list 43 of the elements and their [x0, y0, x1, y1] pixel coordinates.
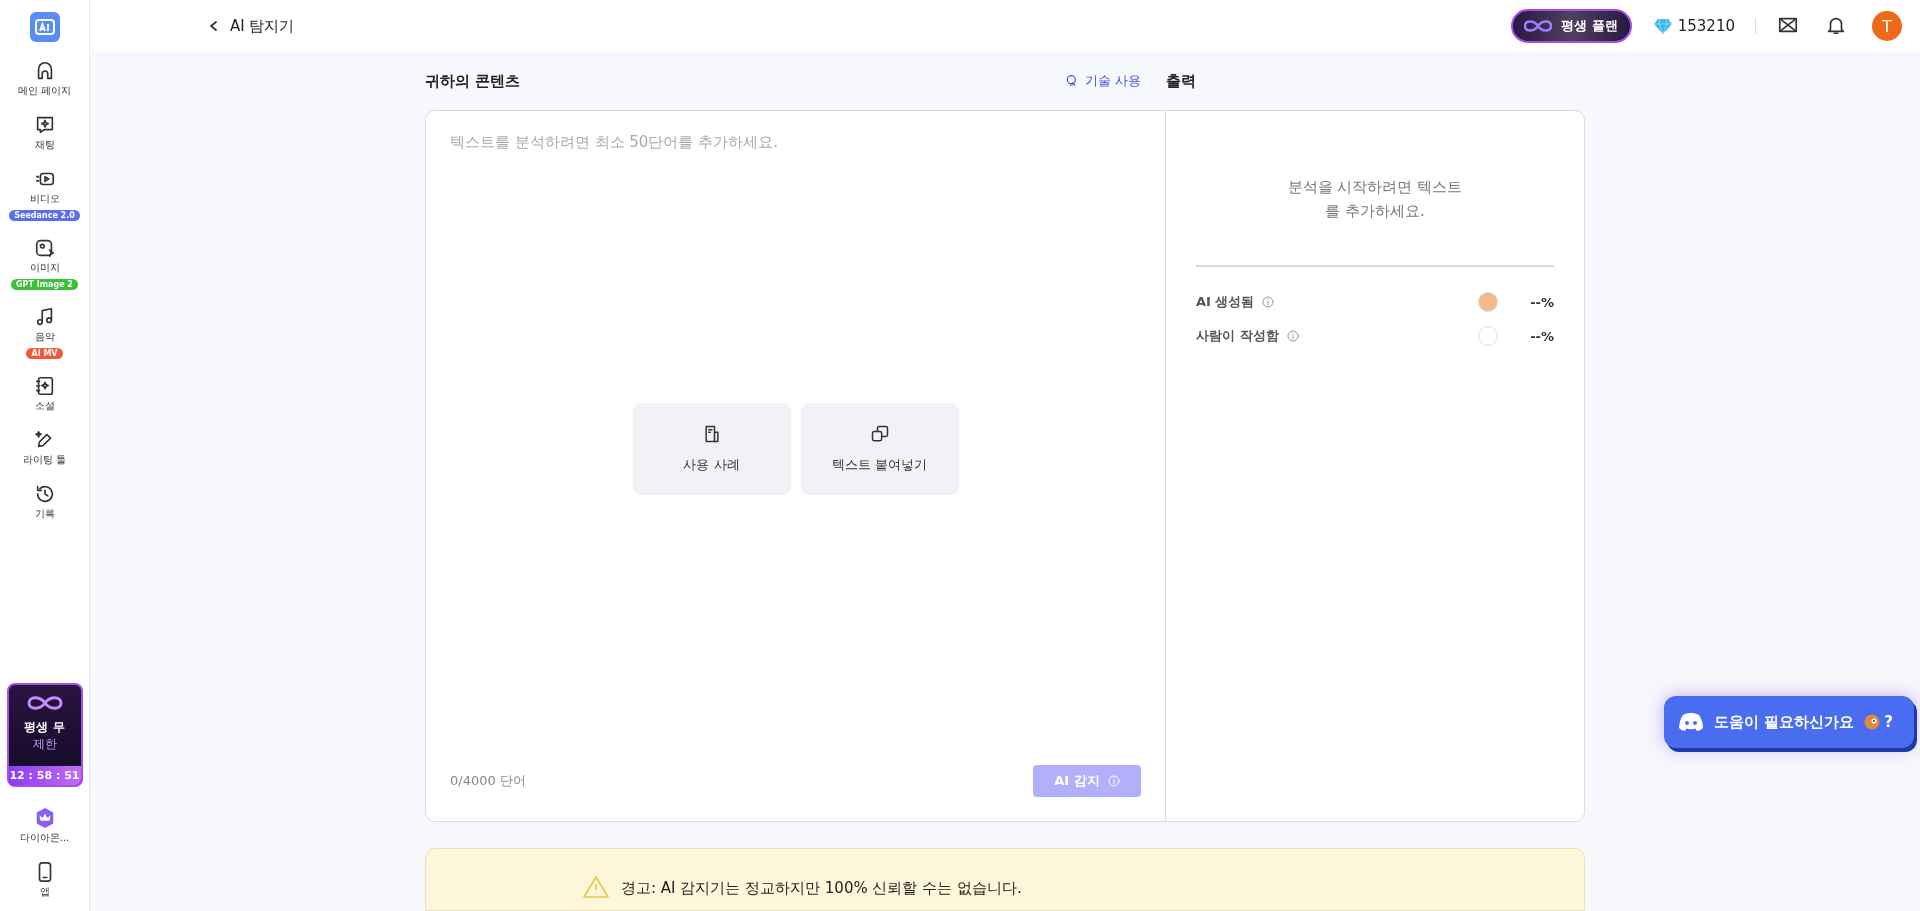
warning-text: 경고: AI 감지기는 정교하지만 100% 신뢰할 수는 없습니다. — [621, 878, 1022, 898]
sample-button[interactable]: 사용 사례 — [632, 403, 791, 495]
badge: AI MV — [26, 348, 63, 359]
sidebar-item[interactable]: 앱 — [4, 857, 85, 903]
empty-message: 분석을 시작하려면 텍스트 를 추가하세요. — [1286, 177, 1464, 222]
sidebar-item[interactable]: 기록 — [4, 479, 85, 525]
logo-icon[interactable] — [29, 12, 60, 42]
promo-card[interactable]: 평생 무 제한 12 : 58 : 51 — [6, 683, 83, 787]
paste-button[interactable]: 텍스트 붙여넣기 — [800, 403, 959, 495]
info-icon — [1262, 296, 1275, 308]
sidebar-item[interactable]: 음악 AI MV — [4, 302, 85, 363]
diamond-icon — [1653, 18, 1672, 34]
sidebar-item[interactable]: 이미지 GPT Image 2 — [4, 233, 85, 294]
sidebar-item[interactable]: 메인 페이지 — [4, 56, 85, 102]
game-controller-icon — [1678, 712, 1704, 732]
sidebar-item[interactable]: 비디오 Seedance 2.0 — [4, 164, 85, 225]
notebook-icon — [33, 375, 56, 397]
badge: GPT Image 2 — [11, 279, 78, 290]
gem-balance: 153210 — [1677, 17, 1735, 35]
sidebar-item[interactable]: 라이팅 툴 — [4, 425, 85, 471]
countdown-timer: 12 : 58 : 51 — [8, 766, 81, 785]
promo-subtitle: 제한 — [32, 736, 57, 753]
promo-title: 평생 무 — [24, 719, 65, 736]
result-label: AI 생성됨 — [1196, 293, 1255, 311]
plan-button[interactable]: 평생 플랜 — [1511, 9, 1632, 43]
info-icon — [1286, 330, 1299, 342]
info-icon — [1107, 775, 1120, 787]
panel-title: 출력 — [1165, 71, 1196, 91]
result-value: --% — [1530, 328, 1554, 344]
sidebar-item[interactable]: 소설 — [4, 371, 85, 417]
result-value: --% — [1530, 294, 1554, 310]
sidebar-item[interactable]: 다이아몬... — [4, 803, 85, 849]
tips-link[interactable]: 기술 사용 — [1063, 72, 1141, 90]
word-count: 0/4000 단어 — [450, 772, 526, 790]
back-button[interactable]: AI 탐지기 — [208, 16, 295, 36]
copy-icon — [869, 424, 890, 444]
panel-title: 귀하의 콘텐츠 — [425, 71, 521, 91]
image-icon — [33, 237, 56, 259]
mascot-icon — [1864, 714, 1881, 730]
badge: Seedance 2.0 — [9, 210, 80, 221]
result-label: 사람이 작성함 — [1196, 327, 1279, 345]
warning-icon — [583, 875, 609, 899]
sidebar-item[interactable]: 채팅 — [4, 110, 85, 156]
